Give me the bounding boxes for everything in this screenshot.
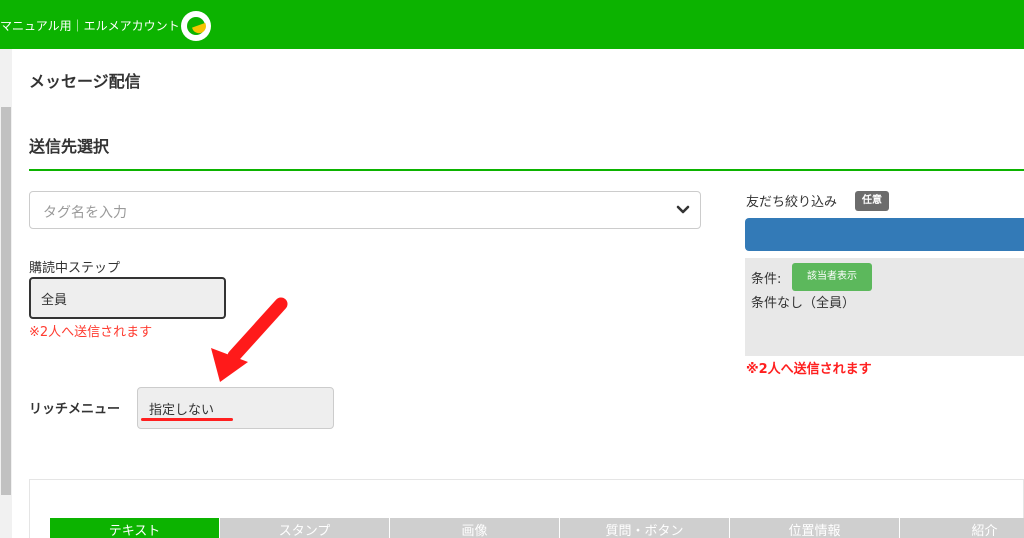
show-matched-button[interactable]: 該当者表示 (792, 263, 872, 291)
condition-box: 条件: 該当者表示 条件なし（全員） (745, 258, 1024, 356)
rich-menu-select[interactable]: 指定しない (137, 387, 334, 429)
rich-menu-label: リッチメニュー (29, 402, 121, 417)
tab-question-button[interactable]: 質問・ボタン (560, 518, 730, 538)
filter-send-count-note: ※2人へ送信されます (746, 362, 872, 377)
top-bar: マニュアル用｜エルメアカウント (0, 0, 1024, 49)
rich-menu-value: 指定しない (149, 403, 215, 418)
send-count-note: ※2人へ送信されます (29, 325, 153, 340)
tab-stamp[interactable]: スタンプ (220, 518, 390, 538)
friend-filter-label: 友だち絞り込み (746, 195, 838, 210)
tag-select-placeholder: タグ名を入力 (43, 205, 127, 221)
friend-filter-button[interactable] (745, 218, 1024, 251)
tab-introduction[interactable]: 紹介 (900, 518, 1024, 538)
account-name[interactable]: マニュアル用｜エルメアカウント (0, 17, 180, 34)
red-arrow-icon (211, 297, 288, 382)
condition-label: 条件: (751, 272, 782, 287)
tab-image[interactable]: 画像 (390, 518, 560, 538)
tab-text[interactable]: テキスト (50, 518, 220, 538)
tag-select[interactable]: タグ名を入力 (29, 191, 701, 229)
step-select-value: 全員 (41, 293, 68, 308)
red-underline-highlight (141, 418, 233, 421)
condition-text: 条件なし（全員） (751, 296, 856, 311)
step-label: 購読中ステップ (29, 261, 121, 276)
page-title: メッセージ配信 (29, 72, 141, 91)
message-type-tabs: テキスト スタンプ 画像 質問・ボタン 位置情報 紹介 (50, 518, 1024, 538)
scrollbar-track[interactable] (0, 49, 12, 538)
optional-badge: 任意 (855, 191, 889, 211)
lme-logo-icon[interactable] (181, 11, 211, 41)
tab-location[interactable]: 位置情報 (730, 518, 900, 538)
section-title-recipient: 送信先選択 (29, 137, 110, 156)
chevron-down-icon (676, 205, 690, 214)
section-divider (29, 169, 1024, 171)
scrollbar-thumb[interactable] (1, 107, 11, 495)
